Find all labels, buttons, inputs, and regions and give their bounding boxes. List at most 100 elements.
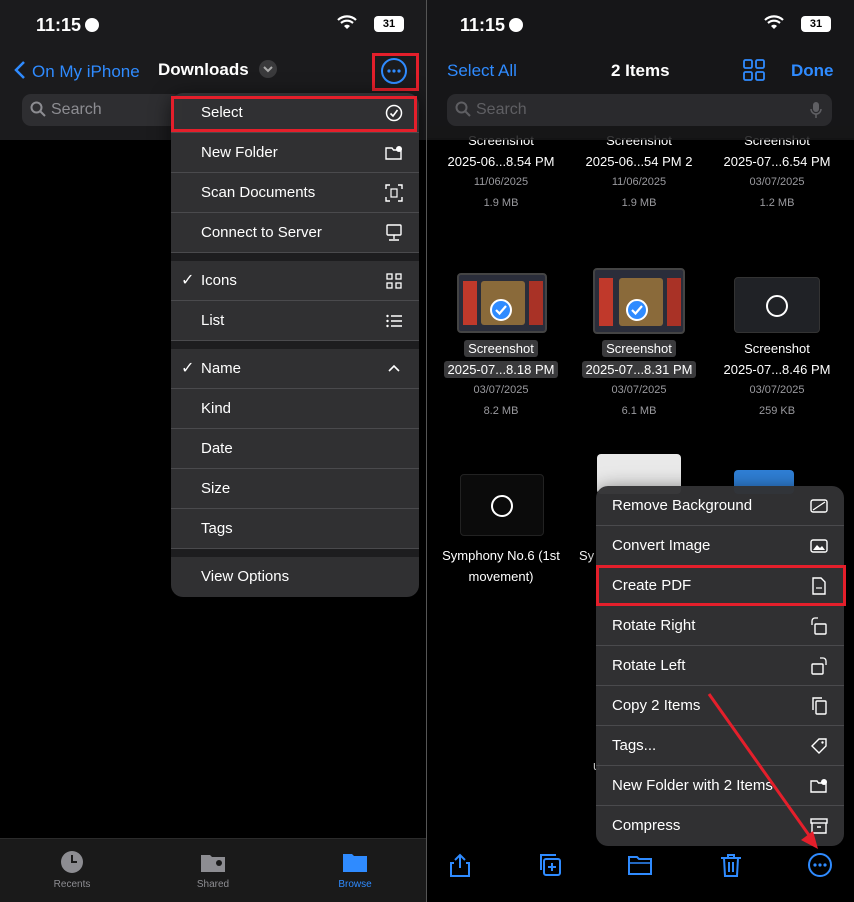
- menu-label: New Folder with 2 Items: [612, 777, 773, 794]
- file-item[interactable]: Screenshot 2025-06...8.54 PM 11/06/2025 …: [431, 130, 571, 214]
- menu-label: Kind: [201, 400, 232, 417]
- menu-label: Copy 2 Items: [612, 697, 701, 714]
- tab-label: Shared: [196, 879, 230, 890]
- menu-label: Compress: [612, 817, 681, 834]
- file-size: 1.9 MB: [483, 197, 519, 209]
- move-folder-icon[interactable]: [627, 852, 653, 878]
- loading-ring: [766, 295, 788, 317]
- scan-document-icon: [385, 184, 403, 202]
- audio-file-thumbnail[interactable]: [460, 474, 544, 536]
- tab-shared[interactable]: Shared: [163, 849, 263, 890]
- menu-item-list[interactable]: List: [171, 301, 419, 341]
- menu-item-sort-date[interactable]: Date: [171, 429, 419, 469]
- file-name: 2025-06...54 PM 2: [585, 154, 693, 169]
- file-size: 1.2 MB: [759, 197, 795, 209]
- tab-bar: Recents Shared Browse: [0, 838, 427, 902]
- menu-label: Connect to Server: [201, 224, 322, 241]
- selected-check-icon: [626, 299, 648, 321]
- menu-label: Date: [201, 440, 233, 457]
- file-name: 2025-07...8.46 PM: [723, 362, 831, 377]
- done-button[interactable]: Done: [791, 61, 834, 81]
- menu-item-sort-size[interactable]: Size: [171, 469, 419, 509]
- share-icon[interactable]: [447, 852, 473, 878]
- menu-label: Remove Background: [612, 497, 753, 514]
- menu-item-rotate-left[interactable]: Rotate Left: [596, 646, 844, 686]
- menu-item-scan-documents[interactable]: Scan Documents: [171, 173, 419, 213]
- menu-item-icons[interactable]: ✓ Icons: [171, 261, 419, 301]
- screenshot-thumbnail[interactable]: [734, 277, 820, 333]
- menu-item-view-options[interactable]: View Options: [171, 557, 419, 597]
- file-name: Screenshot: [602, 340, 676, 357]
- image-strip: [667, 278, 681, 326]
- more-icon[interactable]: [807, 852, 833, 878]
- list-icon: [386, 314, 402, 328]
- tag-icon: [811, 738, 827, 754]
- selection-toolbar: [427, 838, 854, 902]
- file-item[interactable]: Screenshot 2025-07...8.46 PM 03/07/2025 …: [707, 338, 847, 422]
- menu-label: Icons: [201, 272, 237, 289]
- menu-separator: [171, 549, 419, 557]
- file-item[interactable]: Symphony No.6 (1st movement): [431, 545, 571, 587]
- page-title: Downloads: [158, 60, 249, 79]
- menu-label: Tags: [201, 520, 233, 537]
- microphone-icon[interactable]: [810, 101, 822, 119]
- menu-item-new-folder[interactable]: New Folder: [171, 133, 419, 173]
- grid-view-icon[interactable]: [743, 59, 765, 81]
- menu-item-remove-background[interactable]: Remove Background: [596, 486, 844, 526]
- menu-label: Rotate Right: [612, 617, 696, 634]
- menu-item-new-folder-with-items[interactable]: New Folder with 2 Items: [596, 766, 844, 806]
- menu-item-sort-name[interactable]: ✓ Name: [171, 349, 419, 389]
- file-item[interactable]: Screenshot 2025-06...54 PM 2 11/06/2025 …: [569, 130, 709, 214]
- file-item[interactable]: Screenshot 2025-07...8.18 PM 03/07/2025 …: [431, 338, 571, 422]
- folder-title[interactable]: Downloads: [158, 60, 278, 80]
- chevron-up-icon: [388, 364, 400, 372]
- duplicate-icon[interactable]: [537, 852, 563, 878]
- search-placeholder: Search: [51, 101, 102, 118]
- file-name: 2025-07...8.18 PM: [443, 361, 559, 378]
- battery-indicator: 31: [374, 16, 404, 32]
- chevron-down-icon: [259, 60, 278, 78]
- play-ring: [491, 495, 513, 517]
- menu-item-copy-items[interactable]: Copy 2 Items: [596, 686, 844, 726]
- selection-count: 2 Items: [611, 61, 670, 80]
- tab-label: Browse: [338, 879, 372, 890]
- file-size: 6.1 MB: [621, 405, 657, 417]
- selected-check-icon: [490, 299, 512, 321]
- rotate-right-icon: [811, 617, 827, 635]
- search-field[interactable]: Search: [447, 94, 832, 126]
- menu-label: Scan Documents: [201, 184, 316, 201]
- menu-item-convert-image[interactable]: Convert Image: [596, 526, 844, 566]
- back-button[interactable]: On My iPhone: [14, 60, 140, 82]
- tab-recents[interactable]: Recents: [22, 849, 122, 890]
- trash-icon[interactable]: [718, 852, 744, 878]
- file-name: 2025-07...8.31 PM: [581, 361, 697, 378]
- select-all-button[interactable]: Select All: [447, 61, 517, 81]
- menu-item-sort-kind[interactable]: Kind: [171, 389, 419, 429]
- menu-item-sort-tags[interactable]: Tags: [171, 509, 419, 549]
- search-field[interactable]: Search: [22, 94, 182, 126]
- tab-browse[interactable]: Browse: [305, 849, 405, 890]
- menu-item-connect-to-server[interactable]: Connect to Server: [171, 213, 419, 253]
- file-date: 03/07/2025: [473, 384, 529, 396]
- file-name: 2025-07...6.54 PM: [723, 154, 831, 169]
- menu-label: New Folder: [201, 144, 278, 161]
- folder-plus-icon: [810, 779, 827, 793]
- menu-item-tags[interactable]: Tags...: [596, 726, 844, 766]
- status-time: 11:15: [460, 15, 524, 36]
- file-item[interactable]: Screenshot 2025-07...6.54 PM 03/07/2025 …: [707, 130, 847, 214]
- clock-icon: [61, 851, 83, 873]
- status-time: 11:15: [36, 15, 100, 36]
- image-strip: [529, 281, 543, 325]
- file-date: 11/06/2025: [473, 176, 529, 188]
- wifi-icon: [764, 15, 784, 29]
- grid-icon: [386, 273, 402, 289]
- header-overlap: [427, 126, 854, 140]
- rotate-left-icon: [811, 657, 827, 675]
- menu-item-rotate-right[interactable]: Rotate Right: [596, 606, 844, 646]
- file-date: 03/07/2025: [749, 384, 805, 396]
- menu-separator: [171, 253, 419, 261]
- file-date: 03/07/2025: [611, 384, 667, 396]
- file-item[interactable]: Screenshot 2025-07...8.31 PM 03/07/2025 …: [569, 338, 709, 422]
- checkmark-icon: ✓: [181, 272, 195, 289]
- file-name: 2025-06...8.54 PM: [447, 154, 555, 169]
